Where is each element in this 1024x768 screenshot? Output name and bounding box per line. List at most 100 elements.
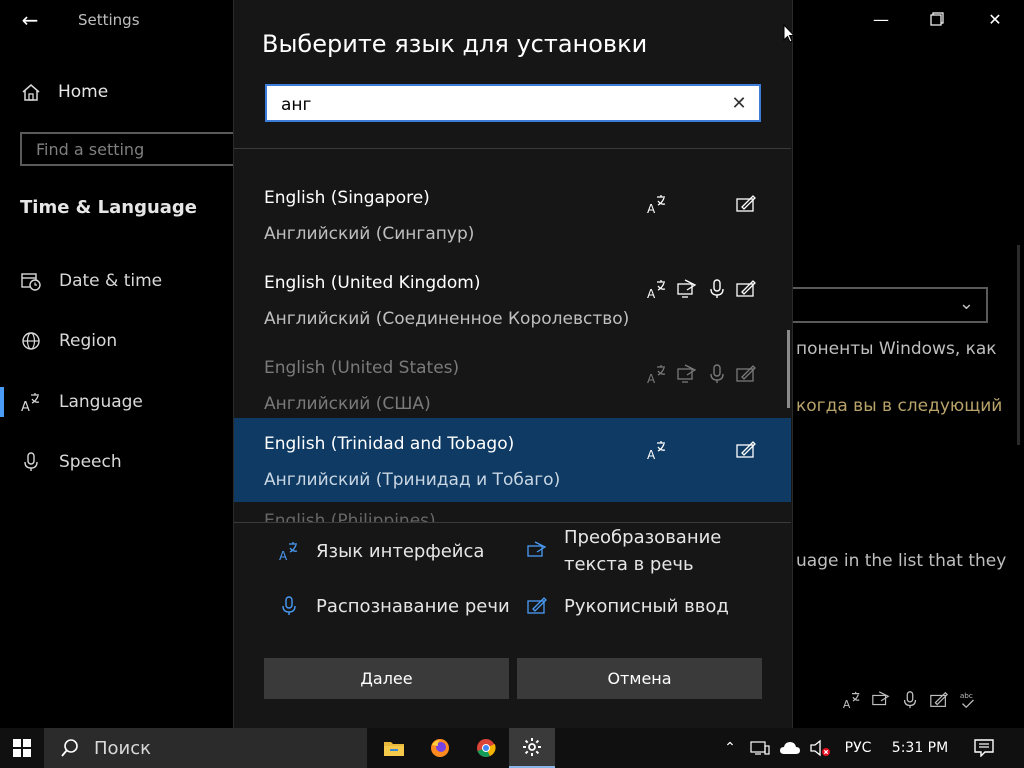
- nav-item-date-time[interactable]: Date & time: [20, 266, 230, 296]
- language-row[interactable]: English (United Kingdom) Английский (Сое…: [234, 257, 791, 341]
- clear-search-icon[interactable]: ✕: [727, 91, 751, 115]
- nav-item-region[interactable]: Region: [20, 326, 230, 356]
- legend-label: Преобразование: [564, 527, 722, 548]
- language-search-box[interactable]: ✕: [265, 84, 761, 122]
- svg-text:A: A: [647, 372, 656, 385]
- close-icon: ✕: [988, 9, 1002, 29]
- choose-language-dialog: Выберите язык для установки ✕ English (S…: [233, 0, 793, 728]
- handwriting-icon: [735, 193, 757, 215]
- language-features: A: [234, 439, 791, 463]
- handwriting-icon: [735, 278, 757, 300]
- list-scrollbar-thumb[interactable]: [787, 330, 790, 408]
- window-title: Settings: [78, 11, 140, 29]
- language-row-partial[interactable]: English (Philippines): [264, 511, 436, 522]
- mouse-cursor-icon: [783, 24, 795, 43]
- taskbar-app-explorer[interactable]: [371, 728, 417, 768]
- search-icon: [61, 739, 78, 757]
- globe-icon: [20, 330, 42, 352]
- svg-text:A: A: [647, 448, 656, 461]
- volume-button[interactable]: [806, 728, 834, 768]
- minimize-button[interactable]: —: [858, 0, 904, 38]
- nav-item-label: Date & time: [59, 271, 163, 291]
- handwriting-icon: [735, 363, 757, 385]
- text-to-speech-icon: [872, 691, 890, 706]
- language-list[interactable]: English (Singapore) Английский (Сингапур…: [234, 149, 791, 522]
- display-language-icon: A: [646, 278, 668, 301]
- nav-item-label: Speech: [59, 452, 122, 472]
- language-native-name: Английский (Сингапур): [264, 224, 475, 244]
- taskbar-search[interactable]: Поиск: [44, 728, 367, 768]
- display-language-icon: A: [279, 542, 298, 562]
- calendar-clock-icon: [20, 270, 42, 292]
- close-window-button[interactable]: ✕: [972, 0, 1018, 38]
- taskbar-app-firefox[interactable]: [417, 728, 463, 768]
- restore-icon: [930, 12, 944, 26]
- firefox-icon: [431, 739, 449, 757]
- handwriting-icon: [735, 439, 757, 461]
- nav-item-language[interactable]: A Language: [20, 387, 230, 417]
- next-button[interactable]: Далее: [264, 658, 509, 699]
- display-language-select[interactable]: ⌄: [790, 287, 988, 323]
- find-setting-input[interactable]: Find a setting: [20, 132, 250, 166]
- windows-logo-icon: [13, 739, 31, 757]
- language-row[interactable]: English (United States) Английский (США)…: [234, 342, 791, 426]
- background-feature-icons: A abc: [842, 690, 978, 710]
- background-scrollbar[interactable]: [1017, 245, 1020, 445]
- home-icon: [22, 84, 40, 101]
- maximize-button[interactable]: [914, 0, 960, 38]
- settings-gear-icon: [523, 738, 541, 756]
- action-center-button[interactable]: [962, 728, 1006, 768]
- input-language-indicator[interactable]: РУС: [836, 728, 880, 768]
- taskbar-search-label: Поиск: [94, 737, 152, 759]
- display-language-icon: A: [646, 439, 668, 462]
- display-language-icon: A: [646, 193, 668, 216]
- find-setting-placeholder: Find a setting: [36, 140, 145, 159]
- handwriting-icon: [527, 597, 547, 614]
- network-button[interactable]: [746, 728, 774, 768]
- cancel-button[interactable]: Отмена: [517, 658, 762, 699]
- nav-item-label: Region: [59, 331, 118, 351]
- legend-label: текста в речь: [564, 554, 694, 575]
- show-hidden-icons-button[interactable]: ⌃: [716, 728, 744, 768]
- nav-item-speech[interactable]: Speech: [20, 447, 230, 477]
- language-row[interactable]: English (Singapore) Английский (Сингапур…: [234, 172, 791, 256]
- microphone-icon: [20, 451, 42, 473]
- svg-text:abc: abc: [960, 691, 973, 700]
- language-row-selected[interactable]: English (Trinidad and Tobago) Английский…: [234, 418, 791, 502]
- legend-display-language: A Язык интерфейса: [278, 538, 484, 565]
- text-to-speech-icon: [676, 363, 698, 385]
- taskbar-app-settings[interactable]: [509, 728, 555, 768]
- cloud-icon: [780, 742, 800, 754]
- network-icon: [750, 741, 770, 755]
- language-features: A: [234, 278, 791, 302]
- svg-text:A: A: [647, 287, 656, 300]
- background-text: uage in the list that they: [796, 551, 1007, 571]
- nav-home-label: Home: [58, 82, 109, 102]
- file-explorer-icon: [384, 742, 404, 756]
- svg-text:A: A: [647, 202, 656, 215]
- handwriting-icon: [930, 691, 949, 707]
- legend-text-to-speech: Преобразование текста в речь: [526, 524, 721, 578]
- legend-label: Распознавание речи: [316, 596, 510, 617]
- legend-label: Язык интерфейса: [316, 541, 485, 562]
- language-native-name: Английский (Соединенное Королевство): [264, 309, 630, 329]
- start-button[interactable]: [0, 728, 44, 768]
- language-icon: A: [20, 391, 42, 413]
- nav-item-label: Language: [59, 392, 143, 412]
- minimize-icon: —: [873, 9, 889, 29]
- display-language-icon: A: [646, 363, 668, 386]
- nav-home[interactable]: Home: [20, 78, 220, 106]
- onedrive-button[interactable]: [776, 728, 804, 768]
- clock[interactable]: 5:31 PM: [884, 728, 956, 768]
- notification-icon: [974, 739, 994, 757]
- back-button[interactable]: ←: [10, 4, 50, 36]
- svg-text:A: A: [279, 549, 288, 562]
- language-search-input[interactable]: [279, 92, 723, 118]
- taskbar: Поиск ⌃ РУС 5:31 PM: [0, 728, 1024, 768]
- text-to-speech-icon: [527, 541, 547, 557]
- background-link[interactable]: когда вы в следующий: [796, 396, 1002, 416]
- speech-recognition-icon: [706, 363, 728, 385]
- dialog-title: Выберите язык для установки: [262, 30, 648, 58]
- language-native-name: Английский (Тринидад и Тобаго): [264, 470, 561, 490]
- taskbar-app-chrome[interactable]: [463, 728, 509, 768]
